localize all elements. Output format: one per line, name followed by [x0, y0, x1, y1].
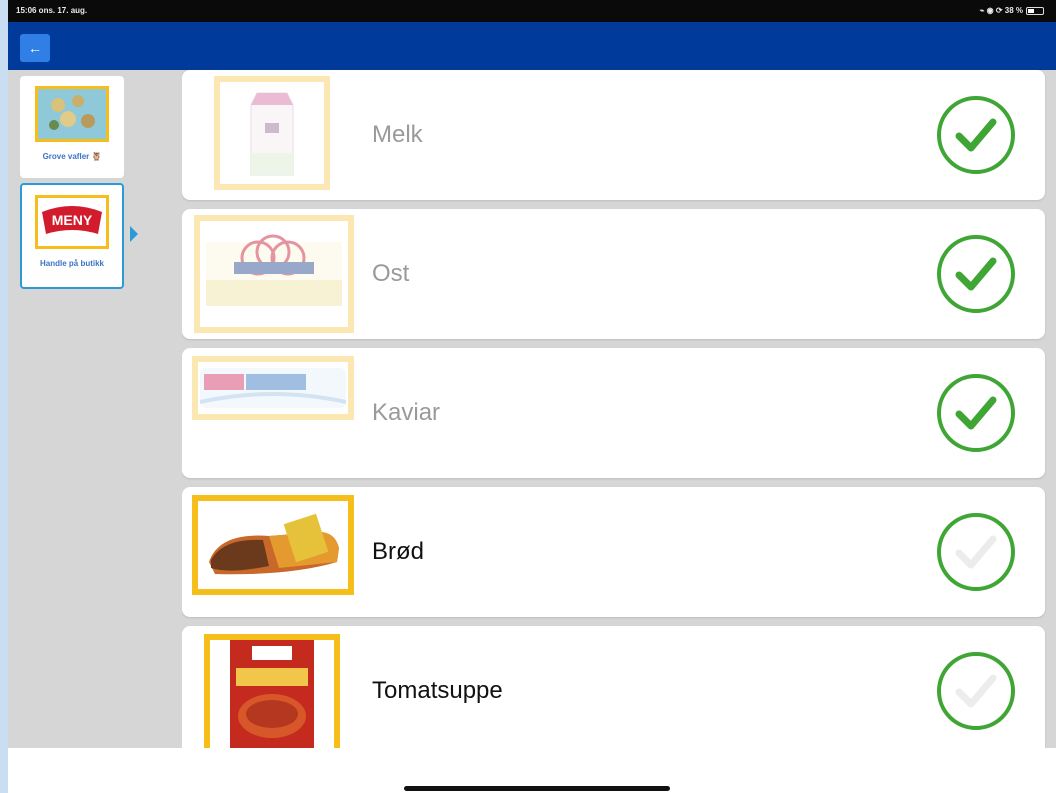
item-label: Ost [372, 260, 410, 287]
bottom-area [8, 748, 1056, 793]
item-label: Kaviar [372, 399, 441, 426]
selected-indicator [130, 226, 138, 242]
shopping-list: Melk Ost Kaviar Brød Tomatsuppe [182, 70, 1056, 748]
meny-logo-text: MENY [52, 212, 93, 228]
check-toggle[interactable] [937, 235, 1015, 313]
cheese-icon [194, 215, 354, 333]
checkmark-icon [955, 118, 997, 152]
list-item[interactable]: Melk [182, 70, 1045, 200]
item-label: Tomatsuppe [372, 677, 503, 704]
bread-icon [192, 495, 354, 595]
check-toggle[interactable] [937, 652, 1015, 730]
checkmark-icon [955, 535, 997, 569]
meny-logo: MENY [35, 195, 109, 249]
check-toggle[interactable] [937, 513, 1015, 591]
status-bar: 15:06 ons. 17. aug. ⌁ ◉ ⟳ 38 % [8, 0, 1056, 22]
list-item[interactable]: Tomatsuppe [182, 626, 1045, 748]
list-item[interactable]: Brød [182, 487, 1045, 617]
app-window: 15:06 ons. 17. aug. ⌁ ◉ ⟳ 38 % ← Grove v… [8, 0, 1056, 793]
sidebar-item-label: Handle på butikk [39, 259, 104, 268]
sidebar-item-label: Grove vafler 🦉 [42, 152, 102, 161]
list-item[interactable]: Ost [182, 209, 1045, 339]
status-indicators: ⌁ ◉ ⟳ 38 % [980, 6, 1044, 15]
status-time: 15:06 ons. 17. aug. [16, 6, 88, 15]
checkmark-icon [955, 396, 997, 430]
top-bar: ← [8, 22, 1056, 70]
battery-icon [1026, 6, 1044, 15]
waffles-icon [35, 86, 109, 142]
status-indicators-text: ⌁ ◉ ⟳ 38 % [979, 6, 1023, 15]
item-label: Brød [372, 538, 425, 565]
sidebar-item-handle-pa-butikk[interactable]: MENY Handle på butikk [20, 183, 124, 289]
check-toggle[interactable] [937, 96, 1015, 174]
checkmark-icon [955, 257, 997, 291]
home-indicator[interactable] [404, 786, 670, 791]
back-button[interactable]: ← [20, 34, 50, 62]
list-item[interactable]: Kaviar [182, 348, 1045, 478]
arrow-left-icon: ← [28, 40, 42, 56]
sidebar-item-grove-vafler[interactable]: Grove vafler 🦉 [20, 76, 124, 178]
item-label: Melk [372, 121, 423, 148]
checkmark-icon [955, 674, 997, 708]
caviar-tube-icon [192, 356, 354, 420]
milk-carton-icon [214, 76, 330, 190]
tomato-soup-icon [204, 634, 340, 748]
check-toggle[interactable] [937, 374, 1015, 452]
